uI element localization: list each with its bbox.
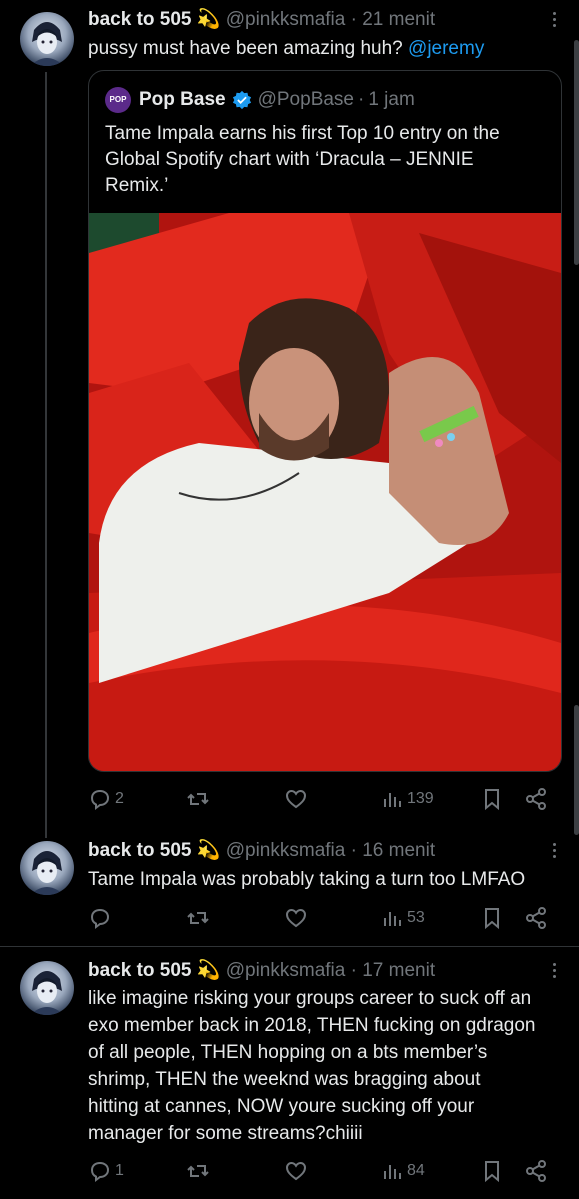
share-button[interactable] bbox=[524, 1157, 548, 1185]
tweet-text: like imagine risking your groups career … bbox=[88, 985, 558, 1147]
retweet-button[interactable] bbox=[186, 904, 210, 932]
bookmark-button[interactable] bbox=[480, 1157, 504, 1185]
tweet-text-line: manager for some streams?chiiii bbox=[88, 1123, 363, 1144]
mention-link[interactable]: @jeremy bbox=[408, 38, 484, 59]
tweet-text: pussy must have been amazing huh? @jerem… bbox=[88, 35, 558, 62]
tweet-text-line: like imagine risking your groups career … bbox=[88, 988, 532, 1009]
share-icon bbox=[526, 788, 546, 810]
retweet-icon bbox=[187, 1165, 209, 1177]
verified-icon bbox=[232, 90, 251, 110]
like-icon bbox=[285, 1161, 307, 1181]
tweet-header: back to 505 💫 @pinkksmafia · 21 menit bbox=[88, 8, 435, 32]
bookmark-icon bbox=[485, 908, 499, 930]
views-button[interactable]: 139 bbox=[380, 785, 434, 813]
author-handle[interactable]: @pinkksmafia bbox=[226, 960, 346, 981]
share-button[interactable] bbox=[524, 904, 548, 932]
views-count: 84 bbox=[407, 1162, 425, 1179]
quote-text-line: Tame Impala earns his first Top 10 entry… bbox=[105, 123, 500, 144]
separator-dot: · bbox=[350, 960, 357, 981]
tweet-text: Tame Impala was probably taking a turn t… bbox=[88, 869, 526, 890]
emoji: 💫 bbox=[196, 9, 221, 30]
quote-text: Tame Impala earns his first Top 10 entry… bbox=[105, 121, 545, 199]
like-button[interactable] bbox=[284, 785, 308, 813]
retweet-icon bbox=[187, 912, 209, 924]
divider bbox=[0, 946, 579, 947]
emoji: 💫 bbox=[196, 960, 221, 981]
tweet-text-body: pussy must have been amazing huh? bbox=[88, 38, 409, 59]
views-count: 53 bbox=[407, 909, 425, 926]
author-name[interactable]: back to 505 bbox=[88, 9, 192, 30]
quoted-tweet[interactable]: POP Pop Base @PopBase · 1 jam Tame Impal… bbox=[88, 70, 562, 772]
author-name[interactable]: back to 505 bbox=[88, 960, 192, 981]
views-button[interactable]: 53 bbox=[380, 904, 425, 932]
more-icon[interactable] bbox=[553, 843, 557, 861]
retweet-button[interactable] bbox=[186, 785, 210, 813]
reply-icon bbox=[90, 908, 110, 929]
thread-line bbox=[45, 72, 47, 838]
tweet-header: back to 505 💫 @pinkksmafia · 16 menit bbox=[88, 839, 435, 863]
bookmark-button[interactable] bbox=[480, 785, 504, 813]
tweet-actions: 53 bbox=[88, 904, 558, 932]
views-count: 139 bbox=[407, 790, 434, 807]
like-icon bbox=[285, 908, 307, 928]
reply-icon bbox=[90, 1161, 110, 1182]
bookmark-button[interactable] bbox=[480, 904, 504, 932]
avatar[interactable] bbox=[20, 961, 74, 1015]
more-icon[interactable] bbox=[553, 12, 557, 30]
author-name[interactable]: back to 505 bbox=[88, 840, 192, 861]
author-handle[interactable]: @pinkksmafia bbox=[226, 9, 346, 30]
reply-count: 1 bbox=[115, 1162, 124, 1179]
like-icon bbox=[285, 789, 307, 809]
like-button[interactable] bbox=[284, 904, 308, 932]
reply-count: 2 bbox=[115, 790, 124, 807]
quote-author-name[interactable]: Pop Base bbox=[139, 88, 226, 112]
retweet-icon bbox=[187, 793, 209, 805]
scrollbar-thumb[interactable] bbox=[574, 40, 579, 265]
quote-text-line: Remix.’ bbox=[105, 175, 169, 196]
like-button[interactable] bbox=[284, 1157, 308, 1185]
scrollbar-thumb[interactable] bbox=[574, 705, 579, 835]
quote-timestamp[interactable]: 1 jam bbox=[368, 88, 414, 112]
timestamp[interactable]: 16 menit bbox=[362, 840, 435, 861]
tweet-text-line: hitting at cannes, NOW youre sucking off… bbox=[88, 1096, 475, 1117]
avatar[interactable] bbox=[20, 841, 74, 895]
quote-avatar[interactable]: POP bbox=[105, 87, 131, 113]
bookmark-icon bbox=[485, 789, 499, 811]
views-icon bbox=[384, 912, 401, 926]
views-button[interactable]: 84 bbox=[380, 1157, 425, 1185]
author-handle[interactable]: @pinkksmafia bbox=[226, 840, 346, 861]
share-icon bbox=[526, 907, 546, 929]
tweet-actions: 2 139 bbox=[88, 785, 558, 813]
quote-text-line: Global Spotify chart with ‘Dracula – JEN… bbox=[105, 149, 474, 170]
retweet-button[interactable] bbox=[186, 1157, 210, 1185]
tweet-text-line: shrimp, THEN the weeknd was bragging abo… bbox=[88, 1069, 481, 1090]
views-icon bbox=[384, 793, 401, 807]
tweet-text-line: exo member back in 2018, THEN fucking on… bbox=[88, 1015, 536, 1036]
share-button[interactable] bbox=[524, 785, 548, 813]
reply-icon bbox=[90, 789, 110, 810]
timestamp[interactable]: 21 menit bbox=[362, 9, 435, 30]
reply-button[interactable]: 1 bbox=[88, 1157, 124, 1185]
reply-button[interactable] bbox=[88, 904, 112, 932]
emoji: 💫 bbox=[196, 840, 221, 861]
avatar[interactable] bbox=[20, 12, 74, 66]
share-icon bbox=[526, 1160, 546, 1182]
tweet-header: back to 505 💫 @pinkksmafia · 17 menit bbox=[88, 959, 435, 983]
bookmark-icon bbox=[485, 1161, 499, 1183]
tweet-actions: 1 84 bbox=[88, 1157, 558, 1185]
tweet-text-line: of all people, THEN hopping on a bts mem… bbox=[88, 1042, 488, 1063]
quote-photo[interactable] bbox=[89, 213, 561, 771]
separator-dot: · bbox=[350, 9, 357, 30]
timestamp[interactable]: 17 menit bbox=[362, 960, 435, 981]
views-icon bbox=[384, 1165, 401, 1179]
separator-dot: · bbox=[358, 89, 365, 110]
quote-author-handle[interactable]: @PopBase bbox=[258, 88, 354, 112]
separator-dot: · bbox=[350, 840, 357, 861]
more-icon[interactable] bbox=[553, 963, 557, 981]
quote-header: POP Pop Base @PopBase · 1 jam bbox=[105, 87, 415, 113]
reply-button[interactable]: 2 bbox=[88, 785, 124, 813]
